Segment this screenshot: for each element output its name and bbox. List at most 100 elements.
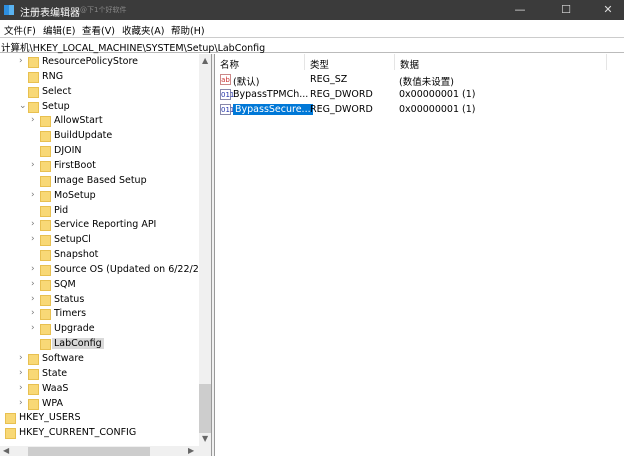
tree-item-label: SetupCl: [54, 234, 91, 246]
value-row[interactable]: 011 BypassSecure... REG_DWORD 0x00000001…: [215, 103, 624, 118]
value-row[interactable]: 011 BypassTPMCh... REG_DWORD 0x00000001 …: [215, 88, 624, 103]
folder-icon: [28, 368, 39, 380]
expand-chevron-icon[interactable]: ›: [19, 398, 27, 408]
tree-vertical-scroll-thumb[interactable]: [199, 384, 211, 433]
tree-item[interactable]: ⌄ Setup: [0, 100, 199, 115]
expand-chevron-icon[interactable]: ›: [31, 264, 39, 274]
tree-item-label: Source OS (Updated on 6/22/202: [54, 263, 211, 275]
binary-value-icon: 011: [220, 89, 235, 100]
tree-item-label: HKEY_CURRENT_CONFIG: [19, 427, 137, 439]
tree-item-label: WPA: [42, 397, 64, 409]
tree-item[interactable]: DJOIN: [0, 144, 199, 159]
collapse-chevron-icon[interactable]: ⌄: [19, 101, 27, 111]
tree-item[interactable]: › State: [0, 367, 199, 382]
expand-chevron-icon[interactable]: ›: [31, 115, 39, 125]
maximize-button[interactable]: ☐: [546, 0, 586, 20]
value-row[interactable]: ab (默认) REG_SZ (数值未设置): [215, 73, 624, 88]
tree-item-label: BuildUpdate: [54, 130, 113, 142]
menu-view[interactable]: 查看(V): [82, 23, 115, 37]
tree-item-label: Timers: [54, 308, 87, 320]
expand-chevron-icon[interactable]: ›: [19, 368, 27, 378]
folder-icon: [40, 235, 51, 247]
tree-item-label: ResourcePolicyStore: [42, 56, 139, 67]
scroll-right-icon[interactable]: ▶: [188, 446, 194, 455]
tree-item[interactable]: › AllowStart: [0, 114, 199, 129]
tree-item[interactable]: › Timers: [0, 307, 199, 322]
minimize-button[interactable]: —: [500, 0, 540, 20]
tree-item[interactable]: › WPA: [0, 397, 199, 412]
folder-icon: [40, 131, 51, 143]
expand-chevron-icon[interactable]: ›: [31, 294, 39, 304]
tree-horizontal-scrollbar[interactable]: ◀ ▶: [0, 446, 211, 456]
binary-value-icon: 011: [220, 104, 235, 115]
menu-bar: 文件(F) 编辑(E) 查看(V) 收藏夹(A) 帮助(H): [0, 20, 624, 37]
tree-item[interactable]: › SQM: [0, 278, 199, 293]
expand-chevron-icon[interactable]: ›: [19, 383, 27, 393]
tree-item[interactable]: HKEY_USERS: [0, 411, 199, 426]
tree-item-label: DJOIN: [54, 145, 82, 157]
tree-item[interactable]: › Software: [0, 352, 199, 367]
tree-item[interactable]: › WaaS: [0, 382, 199, 397]
tree-item-label: State: [42, 367, 68, 379]
window-title: 注册表编辑器: [20, 8, 80, 19]
folder-icon: [40, 309, 51, 321]
expand-chevron-icon[interactable]: ›: [31, 219, 39, 229]
tree-item[interactable]: Image Based Setup: [0, 174, 199, 189]
column-header-name[interactable]: 名称: [215, 54, 305, 71]
tree-item[interactable]: › Upgrade: [0, 322, 199, 337]
column-header-data[interactable]: 数据: [395, 54, 607, 71]
tree-item-label: Service Reporting API: [54, 219, 157, 231]
tree-item[interactable]: › ResourcePolicyStore: [0, 55, 199, 70]
close-button[interactable]: ✕: [592, 0, 624, 20]
scroll-left-icon[interactable]: ◀: [3, 446, 9, 455]
folder-icon: [40, 294, 51, 306]
tree-item[interactable]: › MoSetup: [0, 189, 199, 204]
tree-item-label: Upgrade: [54, 323, 95, 335]
expand-chevron-icon[interactable]: ›: [31, 279, 39, 289]
tree-vertical-scrollbar[interactable]: ▲ ▼: [199, 54, 211, 446]
tree-item[interactable]: Select: [0, 85, 199, 100]
tree-item[interactable]: › Status: [0, 293, 199, 308]
menu-file[interactable]: 文件(F): [4, 23, 36, 37]
tree-item[interactable]: Pid: [0, 204, 199, 219]
expand-chevron-icon[interactable]: ›: [31, 323, 39, 333]
scroll-up-icon[interactable]: ▲: [202, 56, 208, 65]
tree-item-label: FirstBoot: [54, 159, 96, 171]
tree-item-label: AllowStart: [54, 115, 103, 127]
tree-item[interactable]: LabConfig: [0, 337, 199, 352]
tree-item-label: Snapshot: [54, 249, 99, 261]
tree-item-label: Select: [42, 85, 72, 97]
menu-edit[interactable]: 编辑(E): [43, 23, 75, 37]
folder-icon: [28, 354, 39, 365]
string-value-icon: ab: [220, 74, 231, 85]
menu-help[interactable]: 帮助(H): [171, 23, 205, 37]
tree-item[interactable]: › Source OS (Updated on 6/22/202: [0, 263, 211, 278]
folder-icon: [28, 57, 39, 68]
expand-chevron-icon[interactable]: ›: [31, 190, 39, 200]
scroll-down-icon[interactable]: ▼: [202, 434, 208, 443]
value-name: (默认): [233, 77, 260, 88]
expand-chevron-icon[interactable]: ›: [31, 308, 39, 318]
value-data: 0x00000001 (1): [399, 104, 476, 115]
folder-icon: [40, 146, 51, 158]
tree-item[interactable]: › FirstBoot: [0, 159, 199, 174]
column-header-type[interactable]: 类型: [305, 54, 395, 71]
expand-chevron-icon[interactable]: ›: [19, 353, 27, 363]
tree-item[interactable]: › SetupCl: [0, 233, 199, 248]
tree-horizontal-scroll-thumb[interactable]: [28, 447, 150, 456]
expand-chevron-icon[interactable]: ›: [31, 234, 39, 244]
expand-chevron-icon[interactable]: ›: [19, 56, 27, 66]
folder-icon: [40, 339, 51, 351]
tree-item[interactable]: Snapshot: [0, 248, 199, 263]
value-type: REG_DWORD: [310, 104, 373, 115]
tree-item[interactable]: BuildUpdate: [0, 129, 199, 144]
folder-icon: [28, 86, 39, 98]
tree-item-label: Setup: [42, 100, 70, 112]
expand-chevron-icon[interactable]: ›: [31, 160, 39, 170]
tree-item[interactable]: HKEY_CURRENT_CONFIG: [0, 426, 199, 441]
menu-favorites[interactable]: 收藏夹(A): [122, 23, 164, 37]
address-bar[interactable]: 计算机\HKEY_LOCAL_MACHINE\SYSTEM\Setup\LabC…: [0, 37, 624, 54]
tree-item[interactable]: RNG: [0, 70, 199, 85]
tree-item-label: Software: [42, 353, 84, 364]
tree-item[interactable]: › Service Reporting API: [0, 218, 199, 233]
